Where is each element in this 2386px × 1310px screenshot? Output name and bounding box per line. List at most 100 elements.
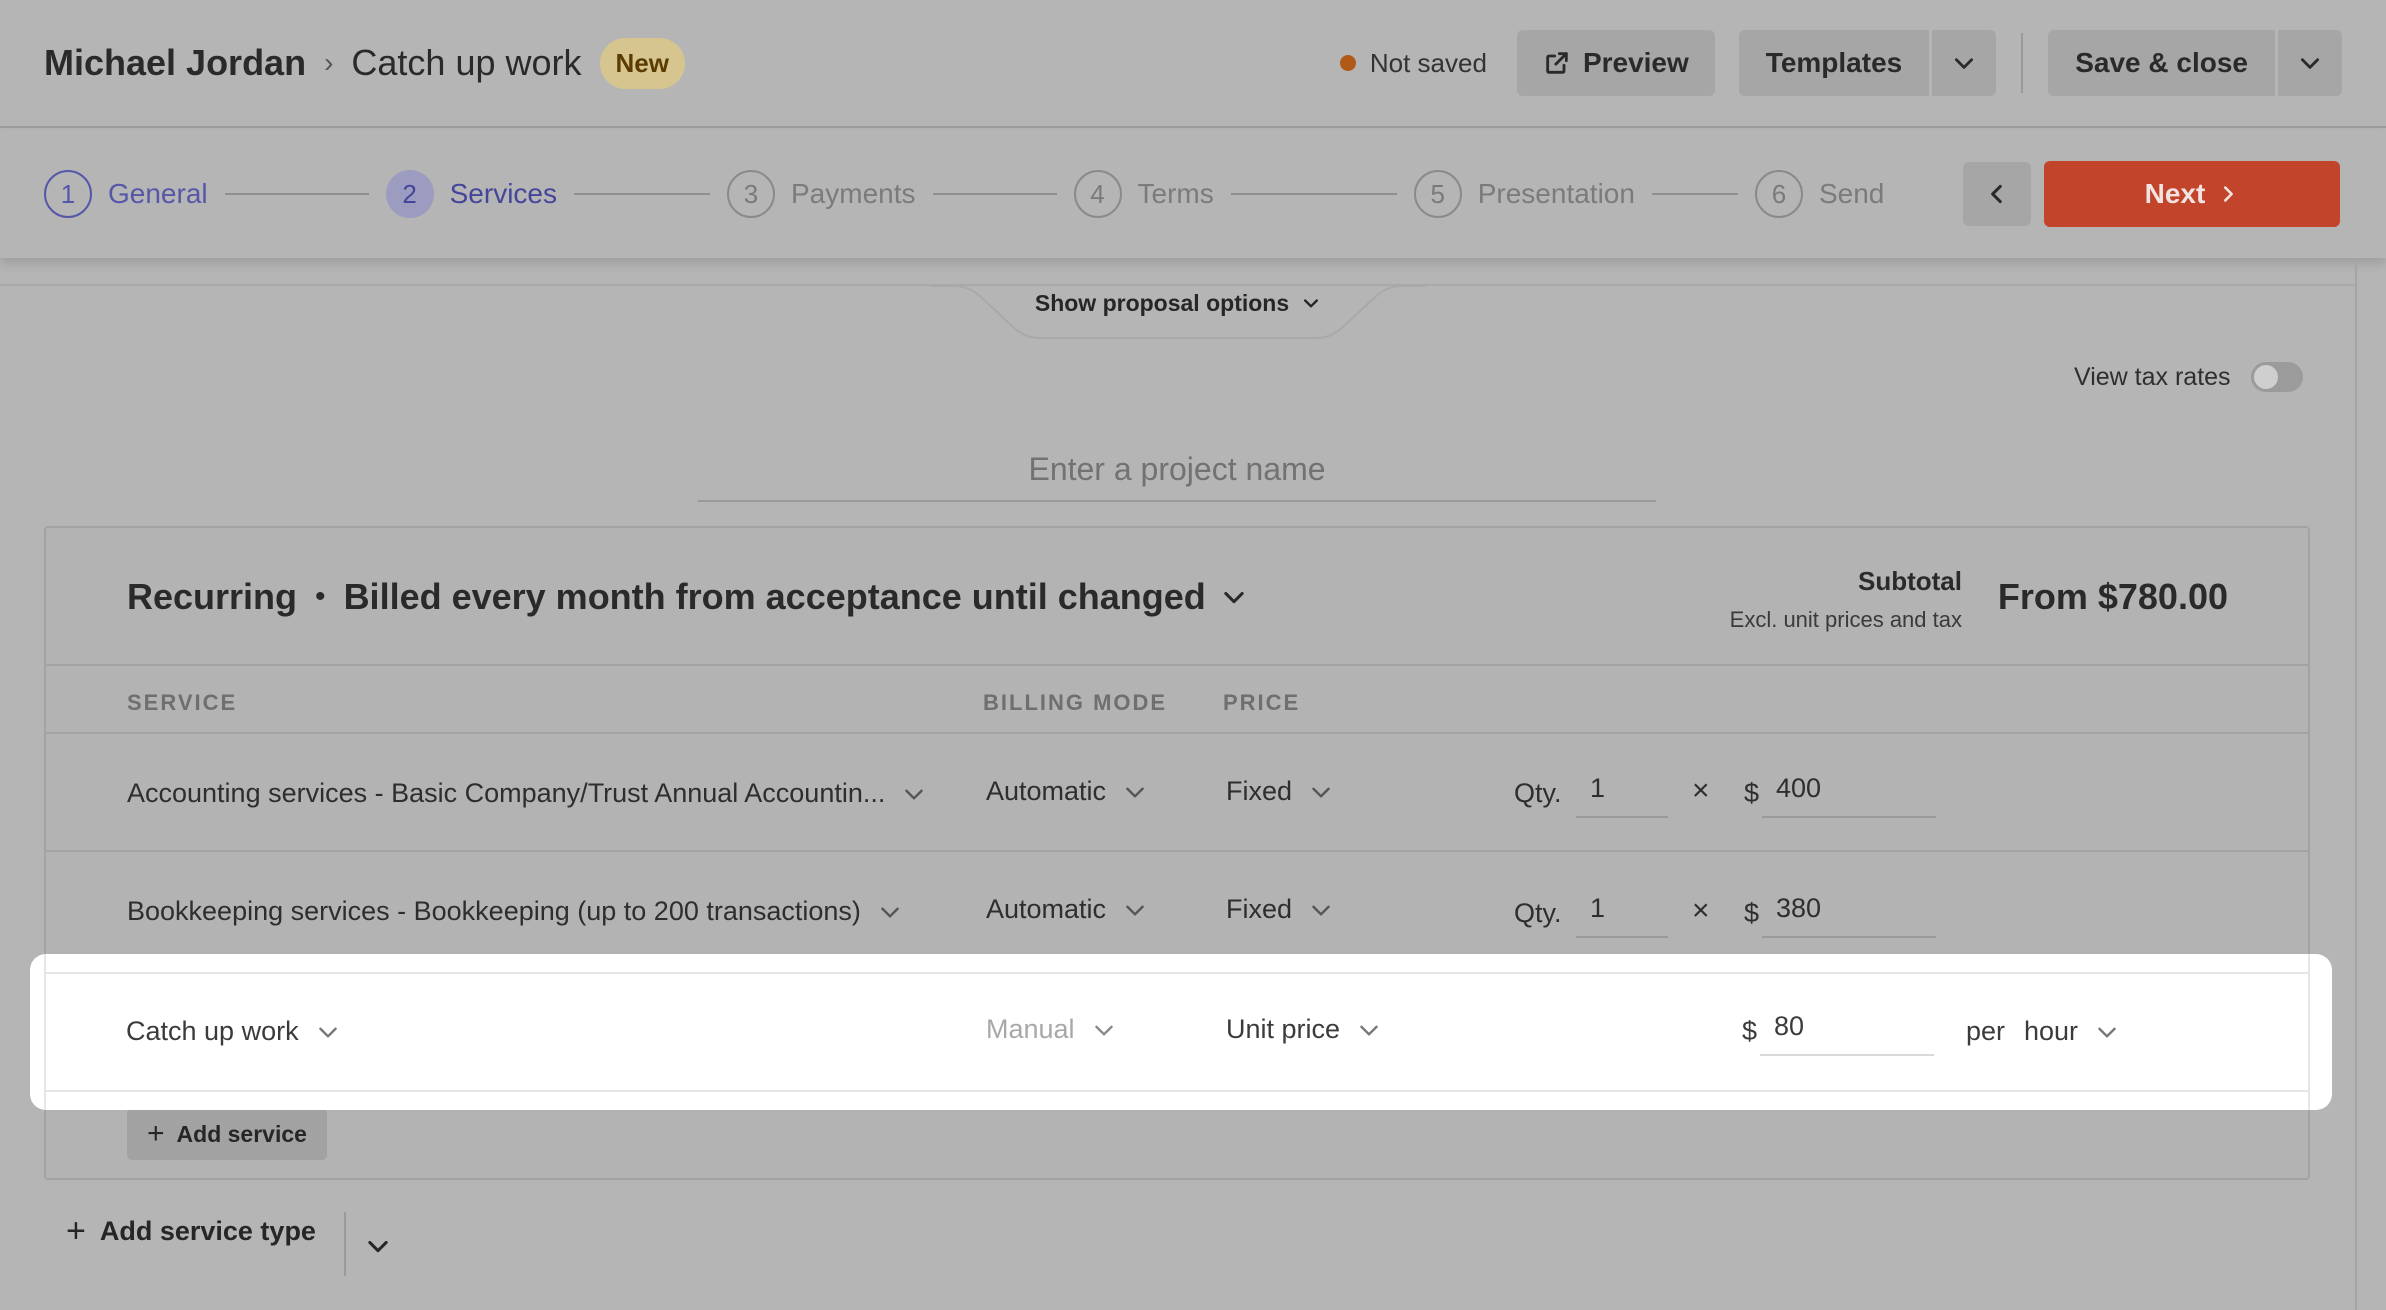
step-services[interactable]: 2 Services — [385, 170, 557, 218]
breadcrumb-chevron-icon: › — [324, 47, 334, 78]
view-tax-rates: View tax rates — [2074, 362, 2303, 392]
chevron-down-icon — [1360, 1025, 1378, 1036]
save-close-button[interactable]: Save & close — [2048, 30, 2275, 96]
add-service-button[interactable]: + Add service — [127, 1108, 327, 1160]
templates-button[interactable]: Templates — [1738, 30, 1930, 96]
templates-dropdown-button[interactable] — [1932, 30, 1997, 96]
price-type-select[interactable]: Unit price — [1226, 1014, 1382, 1045]
price-type-value: Fixed — [1226, 776, 1293, 806]
step-label: Send — [1818, 178, 1885, 209]
title-separator: • — [315, 580, 326, 613]
step-number: 3 — [727, 170, 775, 218]
column-headers: SERVICE BILLING MODE PRICE — [46, 666, 2308, 734]
service-select[interactable]: Catch up work — [126, 1016, 341, 1047]
highlighted-service-row: Catch up work Manual Unit price $ 80 per… — [30, 954, 2332, 1110]
step-number: 4 — [1073, 170, 1122, 218]
save-close-dropdown-button[interactable] — [2278, 30, 2342, 96]
service-name: Catch up work — [126, 1016, 299, 1046]
add-service-type-label: Add service type — [99, 1216, 316, 1246]
tax-rates-label: View tax rates — [2074, 362, 2231, 391]
subtotal-note: Excl. unit prices and tax — [1729, 607, 1962, 632]
subtotal-amount: From $780.00 — [1997, 576, 2228, 617]
row-border — [44, 954, 46, 1110]
add-service-type-button[interactable]: + Add service type — [66, 1212, 316, 1251]
step-payments[interactable]: 3 Payments — [727, 170, 916, 218]
row-border — [44, 1090, 2310, 1092]
step-number: 5 — [1413, 170, 1462, 218]
header-divider — [2021, 33, 2024, 93]
currency-symbol: $ — [1744, 898, 1760, 928]
billing-schedule-selector[interactable]: Recurring • Billed every month from acce… — [127, 576, 1248, 618]
show-proposal-options-toggle[interactable]: Show proposal options — [980, 268, 1376, 338]
wizard-stepper: 1 General 2 Services 3 Payments 4 Terms … — [0, 130, 2386, 258]
back-button[interactable] — [1963, 162, 2031, 226]
unit-value: hour — [2024, 1016, 2079, 1046]
step-terms[interactable]: 4 Terms — [1073, 170, 1214, 218]
chevron-down-icon — [1094, 1025, 1113, 1036]
service-name: Accounting services - Basic Company/Trus… — [127, 778, 886, 808]
service-select[interactable]: Accounting services - Basic Company/Trus… — [127, 778, 927, 809]
chevron-down-icon — [318, 1027, 337, 1038]
column-header-price: PRICE — [1223, 690, 1301, 715]
currency-symbol: $ — [1744, 778, 1760, 808]
external-link-icon — [1546, 52, 1568, 74]
qty-label: Qty. — [1514, 778, 1562, 808]
step-number: 6 — [1754, 170, 1803, 218]
row-border — [44, 972, 2310, 974]
save-close-split-button: Save & close — [2048, 30, 2342, 96]
billing-mode-select[interactable]: Automatic — [986, 894, 1148, 925]
chevron-down-icon — [2098, 1027, 2116, 1038]
price-type-select[interactable]: Fixed — [1226, 776, 1334, 807]
templates-split-button: Templates — [1738, 30, 1997, 96]
quantity-input[interactable]: 1 — [1576, 760, 1668, 818]
column-header-service: SERVICE — [127, 690, 238, 715]
header-actions: Not saved Preview Templates Save & close — [1339, 30, 2342, 96]
step-send[interactable]: 6 Send — [1754, 170, 1885, 218]
project-name-input[interactable]: Enter a project name — [698, 438, 1656, 502]
price-type-value: Fixed — [1226, 894, 1293, 924]
step-label: General — [108, 178, 208, 209]
card-header: Recurring • Billed every month from acce… — [46, 528, 2308, 666]
service-type-label: Recurring — [127, 576, 298, 617]
chevron-left-icon — [1991, 184, 2002, 204]
status-badge: New — [599, 37, 685, 89]
currency-symbol: $ — [1742, 1016, 1758, 1046]
chevron-down-icon — [2301, 58, 2319, 69]
price-type-select[interactable]: Fixed — [1226, 894, 1334, 925]
next-button[interactable]: Next — [2044, 161, 2340, 227]
step-number: 1 — [44, 170, 92, 218]
preview-label: Preview — [1582, 47, 1689, 78]
billing-mode-value: Manual — [986, 1014, 1075, 1044]
save-status: Not saved — [1339, 48, 1487, 79]
quantity-input[interactable]: 1 — [1576, 880, 1668, 938]
page-title: Catch up work — [351, 42, 582, 83]
step-connector — [1651, 193, 1738, 195]
price-type-value: Unit price — [1226, 1014, 1341, 1044]
chevron-right-icon — [2224, 186, 2234, 202]
chevron-down-icon — [1304, 299, 1319, 308]
step-connector — [1230, 193, 1397, 195]
scroll-edge — [2355, 258, 2357, 1310]
add-service-label: Add service — [176, 1120, 307, 1147]
breadcrumb-client[interactable]: Michael Jordan — [44, 42, 306, 84]
service-select[interactable]: Bookkeeping services - Bookkeeping (up t… — [127, 896, 903, 927]
preview-button[interactable]: Preview — [1516, 30, 1715, 96]
unit-price-input[interactable]: 80 — [1760, 998, 1934, 1056]
per-label: per — [1966, 1016, 2006, 1046]
step-general[interactable]: 1 General — [44, 170, 208, 218]
price-input[interactable]: 400 — [1762, 760, 1936, 818]
billing-mode-select[interactable]: Manual — [986, 1014, 1117, 1045]
billing-mode-select[interactable]: Automatic — [986, 776, 1148, 807]
unit-select[interactable]: hour — [2024, 1016, 2120, 1047]
plus-icon: + — [66, 1212, 86, 1250]
status-dot-icon — [1339, 55, 1356, 71]
step-presentation[interactable]: 5 Presentation — [1413, 170, 1635, 218]
step-label: Services — [449, 178, 557, 209]
chevron-down-icon — [905, 789, 924, 800]
chevron-down-icon[interactable] — [364, 1232, 392, 1260]
tax-rates-toggle[interactable] — [2250, 362, 2303, 392]
chevron-down-icon — [1126, 787, 1144, 798]
price-input[interactable]: 380 — [1762, 880, 1936, 938]
chevron-down-icon — [1955, 58, 1974, 69]
step-label: Payments — [791, 178, 916, 209]
